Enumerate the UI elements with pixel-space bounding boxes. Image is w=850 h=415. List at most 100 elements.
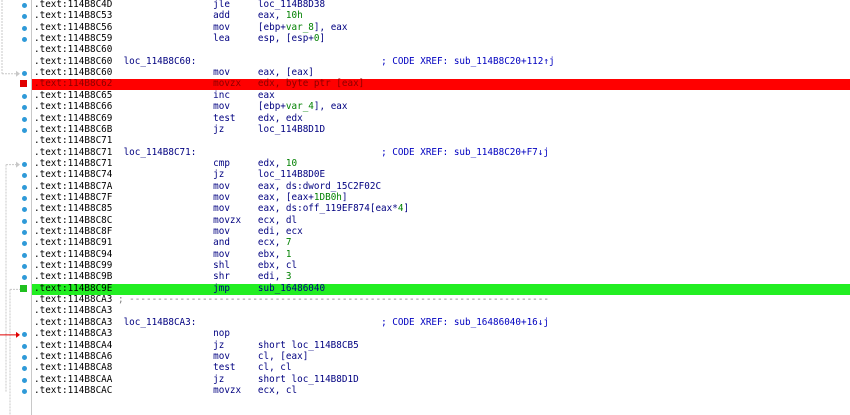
listing-line: .text:114B8C74 jz loc_114B8D0E: [34, 169, 325, 181]
listing-row[interactable]: .text:114B8C71: [0, 135, 850, 147]
segment-address: .text:114B8C56: [34, 21, 113, 33]
section-separator: ; --------------------------------------…: [117, 294, 549, 306]
listing-row[interactable]: .text:114B8C66 mov [ebp+var_4], eax: [0, 101, 850, 113]
instruction-mnemonic: shr: [213, 271, 230, 283]
listing-row[interactable]: .text:114B8CAC movzx ecx, cl: [0, 384, 850, 397]
instruction-operand: eax: [257, 89, 275, 101]
listing-line: .text:114B8C56 mov [ebp+var_8], eax: [34, 22, 348, 34]
listing-line: .text:114B8C7A mov eax, ds:dword_15C2F02…: [34, 181, 381, 193]
instruction-mnemonic: movzx: [213, 384, 242, 396]
listing-row[interactable]: .text:114B8C65 inc eax: [0, 89, 850, 102]
instruction-operand: 10: [285, 157, 298, 169]
listing-row[interactable]: .text:114B8C8C movzx ecx, dl: [0, 214, 850, 227]
instruction-mnemonic: nop: [213, 328, 230, 340]
listing-row[interactable]: .text:114B8C74 jz loc_114B8D0E: [0, 169, 850, 181]
instruction-operand: ], eax: [313, 21, 348, 33]
code-label: loc_114B8C60:: [123, 55, 197, 67]
xref-comment: ; CODE XREF: sub_16486040+16↓j: [381, 316, 549, 328]
segment-address: .text:114B8CA3: [34, 305, 113, 317]
listing-row[interactable]: .text:114B8CA3 ; -----------------------…: [0, 294, 850, 306]
instruction-dot-icon: [22, 161, 27, 167]
segment-address: .text:114B8C8F: [34, 226, 113, 237]
breakpoint-marker-icon[interactable]: [20, 80, 27, 88]
instruction-operand: edx, edx: [257, 112, 303, 124]
instruction-mnemonic: movzx: [213, 78, 242, 90]
listing-line: .text:114B8CA3 ; -----------------------…: [34, 294, 549, 306]
instruction-operand: edi,: [257, 271, 286, 283]
listing-line: .text:114B8CA4 jz short loc_114B8CB5: [34, 340, 359, 352]
instruction-operand: [ebp+: [257, 21, 286, 33]
instruction-dot-icon: [22, 388, 27, 394]
listing-row[interactable]: .text:114B8CA3 nop: [0, 328, 850, 340]
instruction-operand: ]: [403, 203, 410, 215]
listing-line: .text:114B8C71 cmp edx, 10: [34, 158, 297, 170]
instruction-dot-icon: [22, 207, 27, 213]
segment-address: .text:114B8CA3: [34, 294, 113, 306]
instruction-mnemonic: test: [213, 362, 236, 374]
instruction-dot-icon: [22, 241, 27, 247]
instruction-mnemonic: jle: [213, 0, 230, 10]
listing-row[interactable]: .text:114B8C94 mov ebx, 1: [0, 249, 850, 261]
listing-row[interactable]: .text:114B8C9E jmp sub_16486040: [0, 283, 850, 295]
listing-row[interactable]: .text:114B8C7F mov eax, [eax+1DB0h]: [0, 191, 850, 204]
instruction-mnemonic: mov: [213, 21, 230, 33]
listing-row[interactable]: .text:114B8C85 mov eax, ds:off_119EF874[…: [0, 203, 850, 215]
disassembly-view[interactable]: .text:114B8C4D jle loc_114B8D38 .text:114…: [0, 0, 850, 415]
listing-row[interactable]: .text:114B8C9B shr edi, 3: [0, 271, 850, 283]
listing-row[interactable]: .text:114B8C4D jle loc_114B8D38: [0, 0, 850, 11]
listing-row[interactable]: .text:114B8C60: [0, 44, 850, 56]
listing-row[interactable]: .text:114B8CAA jz short loc_114B8D1D: [0, 373, 850, 386]
listing-line: .text:114B8C69 test edx, edx: [34, 113, 303, 125]
instruction-dot-icon: [22, 37, 27, 43]
listing-row[interactable]: .text:114B8C53 add eax, 10h: [0, 10, 850, 22]
segment-address: .text:114B8C66: [34, 101, 113, 113]
listing-line: .text:114B8C99 shl ebx, cl: [34, 260, 297, 272]
listing-row[interactable]: .text:114B8CA3 loc_114B8CA3: ; CODE XREF…: [0, 316, 850, 329]
listing-row[interactable]: .text:114B8C71 loc_114B8C71: ; CODE XREF…: [0, 147, 850, 159]
listing-row[interactable]: .text:114B8CA4 jz short loc_114B8CB5: [0, 340, 850, 352]
listing-row[interactable]: .text:114B8C99 shl ebx, cl: [0, 260, 850, 272]
segment-address: .text:114B8C7F: [34, 191, 113, 203]
instruction-operand: short loc_114B8D1D: [257, 373, 359, 385]
listing-row[interactable]: .text:114B8C60 loc_114B8C60: ; CODE XREF…: [0, 56, 850, 68]
instruction-dot-icon: [22, 25, 27, 31]
listing-row[interactable]: .text:114B8C62 movzx edx, byte ptr [eax]: [0, 78, 850, 91]
listing-row[interactable]: .text:114B8C8F mov edi, ecx: [0, 226, 850, 238]
segment-address: .text:114B8C60: [34, 44, 113, 56]
listing-row[interactable]: .text:114B8CA3: [0, 305, 850, 317]
listing-line: .text:114B8C85 mov eax, ds:off_119EF874[…: [34, 203, 409, 215]
listing-line: .text:114B8C66 mov [ebp+var_4], eax: [34, 101, 348, 113]
listing-row[interactable]: .text:114B8C56 mov [ebp+var_8], eax: [0, 22, 850, 34]
listing-row[interactable]: .text:114B8C6B jz loc_114B8D1D: [0, 124, 850, 136]
listing-row[interactable]: .text:114B8C60 mov eax, [eax]: [0, 67, 850, 79]
instruction-dot-icon: [22, 14, 27, 20]
listing-row[interactable]: .text:114B8C59 lea esp, [esp+0]: [0, 33, 850, 45]
listing-row[interactable]: .text:114B8C71 cmp edx, 10: [0, 158, 850, 170]
segment-address: .text:114B8C60: [34, 55, 113, 67]
instruction-mnemonic: mov: [213, 191, 230, 203]
instruction-dot-icon: [22, 354, 27, 360]
listing-row[interactable]: .text:114B8C7A mov eax, ds:dword_15C2F02…: [0, 181, 850, 193]
listing-row[interactable]: .text:114B8CA8 test cl, cl: [0, 362, 850, 374]
listing-line: .text:114B8C60 loc_114B8C60: ; CODE XREF…: [34, 56, 555, 68]
listing-row[interactable]: .text:114B8CA6 mov cl, [eax]: [0, 351, 850, 363]
listing-row[interactable]: .text:114B8C91 and ecx, 7: [0, 237, 850, 249]
listing-row[interactable]: .text:114B8C69 test edx, edx: [0, 113, 850, 125]
instruction-operand: eax, ds:dword_15C2F02C: [257, 180, 382, 192]
instruction-mnemonic: movzx: [213, 214, 242, 226]
segment-address: .text:114B8C60: [34, 67, 113, 79]
instruction-operand: ecx,: [257, 237, 286, 249]
